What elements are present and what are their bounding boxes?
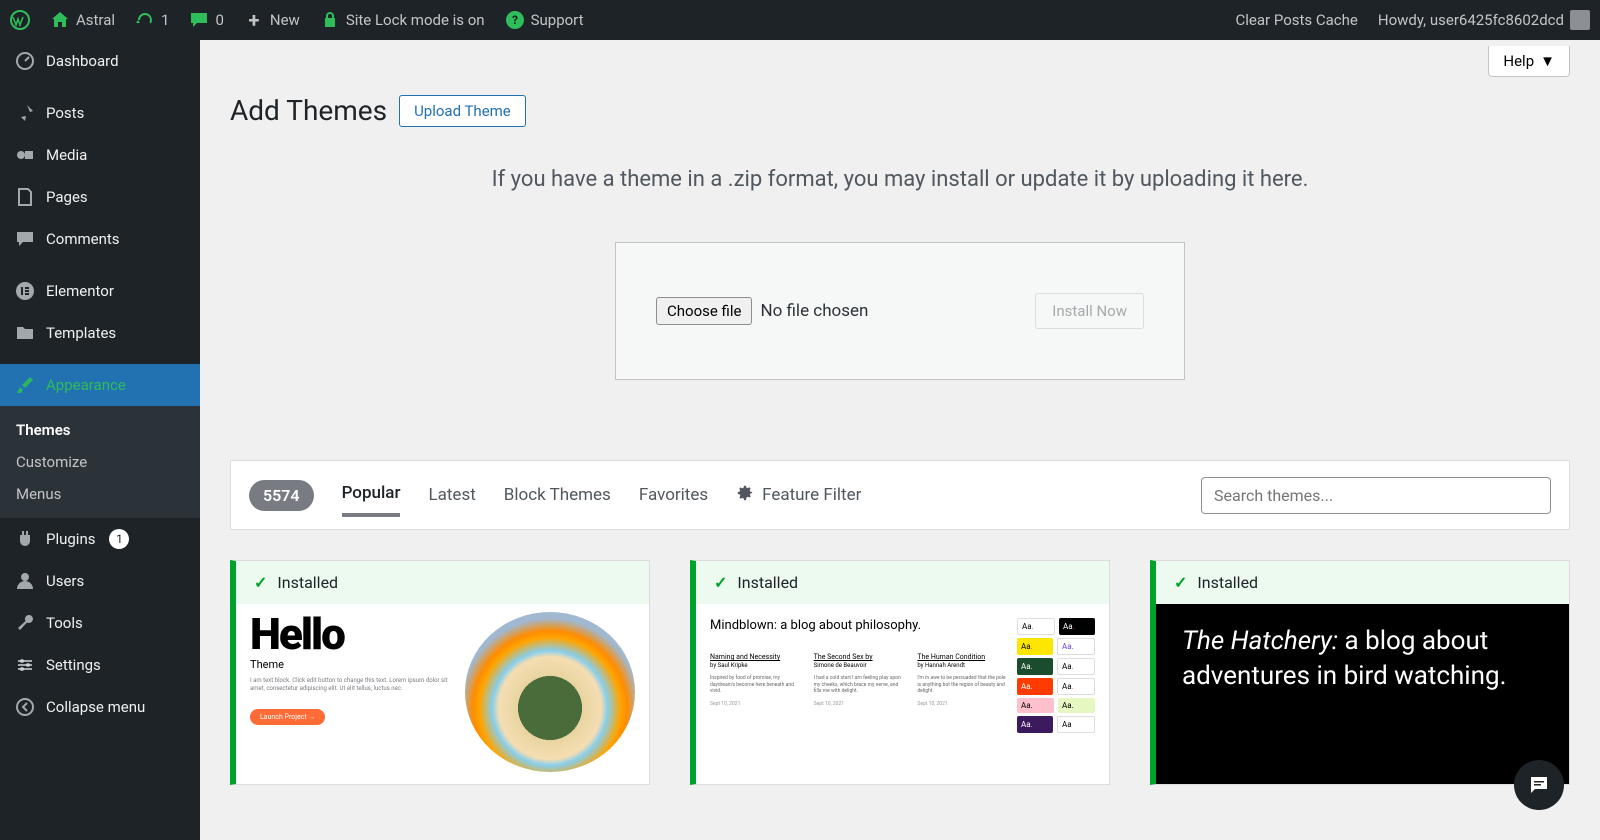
- pin-icon: [14, 102, 36, 124]
- theme-preview: Hello Theme I am text block. Click edit …: [236, 604, 649, 784]
- chat-icon: [1527, 773, 1551, 797]
- wp-logo[interactable]: [10, 10, 30, 30]
- menu-collapse[interactable]: Collapse menu: [0, 686, 200, 728]
- menu-dashboard[interactable]: Dashboard: [0, 40, 200, 82]
- theme-card-hatchery[interactable]: ✓Installed The Hatchery: a blog about ad…: [1150, 560, 1570, 785]
- dashboard-icon: [14, 50, 36, 72]
- updates-count: 1: [161, 11, 169, 29]
- clear-cache[interactable]: Clear Posts Cache: [1236, 11, 1358, 29]
- menu-media[interactable]: Media: [0, 134, 200, 176]
- menu-settings[interactable]: Settings: [0, 644, 200, 686]
- submenu-themes[interactable]: Themes: [0, 414, 200, 446]
- filter-favorites[interactable]: Favorites: [639, 475, 708, 515]
- chat-fab[interactable]: [1514, 760, 1564, 810]
- admin-bar: Astral 1 0 +New Site Lock mode is on ?Su…: [0, 0, 1600, 40]
- filter-popular[interactable]: Popular: [342, 473, 401, 517]
- check-icon: ✓: [714, 573, 727, 592]
- comment-icon: [14, 228, 36, 250]
- installed-notice: ✓Installed: [236, 561, 649, 604]
- installed-notice: ✓Installed: [1156, 561, 1569, 604]
- page-title: Add Themes: [230, 94, 387, 127]
- appearance-submenu: Themes Customize Menus: [0, 406, 200, 518]
- gear-icon: [736, 484, 754, 507]
- menu-pages[interactable]: Pages: [0, 176, 200, 218]
- theme-preview: Mindblown: a blog about philosophy. Nami…: [696, 604, 1109, 784]
- check-icon: ✓: [1174, 573, 1187, 592]
- filter-bar: 5574 Popular Latest Block Themes Favorit…: [230, 460, 1570, 530]
- pages-icon: [14, 186, 36, 208]
- filter-feature[interactable]: Feature Filter: [736, 474, 861, 517]
- user-icon: [14, 570, 36, 592]
- wrench-icon: [14, 612, 36, 634]
- no-file-text: No file chosen: [760, 301, 868, 321]
- menu-elementor[interactable]: Elementor: [0, 270, 200, 312]
- plugin-icon: [14, 528, 36, 550]
- menu-templates[interactable]: Templates: [0, 312, 200, 354]
- comments-link[interactable]: 0: [189, 10, 223, 30]
- brush-icon: [14, 374, 36, 396]
- site-link[interactable]: Astral: [50, 10, 115, 30]
- chevron-down-icon: ▼: [1540, 52, 1555, 70]
- collapse-icon: [14, 696, 36, 718]
- media-icon: [14, 144, 36, 166]
- plugin-badge: 1: [109, 529, 129, 549]
- upload-theme-button[interactable]: Upload Theme: [399, 95, 526, 127]
- menu-comments[interactable]: Comments: [0, 218, 200, 260]
- install-now-button[interactable]: Install Now: [1035, 293, 1144, 329]
- admin-sidebar: Dashboard Posts Media Pages Comments Ele…: [0, 40, 200, 840]
- swatches: Aa.Aa. Aa.Aa. Aa.Aa. Aa.Aa. Aa.Aa. Aa.Aa: [1017, 618, 1095, 770]
- menu-appearance[interactable]: Appearance: [0, 364, 200, 406]
- installed-notice: ✓Installed: [696, 561, 1109, 604]
- main-content: Help▼ Add Themes Upload Theme If you hav…: [200, 40, 1600, 840]
- submenu-customize[interactable]: Customize: [0, 446, 200, 478]
- filter-latest[interactable]: Latest: [428, 475, 475, 515]
- folder-icon: [14, 322, 36, 344]
- theme-preview: The Hatchery: a blog about adventures in…: [1156, 604, 1569, 785]
- submenu-menus[interactable]: Menus: [0, 478, 200, 510]
- lock-link[interactable]: Site Lock mode is on: [320, 10, 485, 30]
- menu-tools[interactable]: Tools: [0, 602, 200, 644]
- check-icon: ✓: [254, 573, 267, 592]
- menu-users[interactable]: Users: [0, 560, 200, 602]
- choose-file-button[interactable]: Choose file: [656, 297, 752, 325]
- upload-instruction: If you have a theme in a .zip format, yo…: [230, 167, 1570, 192]
- theme-card-mindblown[interactable]: ✓Installed Mindblown: a blog about philo…: [690, 560, 1110, 785]
- elementor-icon: [14, 280, 36, 302]
- site-name: Astral: [76, 11, 115, 29]
- svg-text:?: ?: [512, 13, 518, 27]
- updates-link[interactable]: 1: [135, 10, 169, 30]
- theme-card-hello[interactable]: ✓Installed Hello Theme I am text block. …: [230, 560, 650, 785]
- help-tab[interactable]: Help▼: [1488, 46, 1570, 77]
- upload-box: Choose file No file chosen Install Now: [615, 242, 1185, 380]
- hello-image: [465, 612, 635, 772]
- howdy-user[interactable]: Howdy, user6425fc8602dcd: [1378, 10, 1590, 30]
- settings-icon: [14, 654, 36, 676]
- new-link[interactable]: +New: [244, 10, 300, 30]
- menu-posts[interactable]: Posts: [0, 92, 200, 134]
- theme-count: 5574: [249, 480, 314, 511]
- support-link[interactable]: ?Support: [505, 10, 584, 30]
- hatchery-text: The Hatchery: a blog about adventures in…: [1182, 624, 1543, 694]
- search-themes-input[interactable]: [1201, 477, 1551, 514]
- avatar: [1570, 10, 1590, 30]
- themes-grid: ✓Installed Hello Theme I am text block. …: [230, 560, 1570, 785]
- filter-block[interactable]: Block Themes: [504, 475, 611, 515]
- comments-count: 0: [215, 11, 223, 29]
- menu-plugins[interactable]: Plugins1: [0, 518, 200, 560]
